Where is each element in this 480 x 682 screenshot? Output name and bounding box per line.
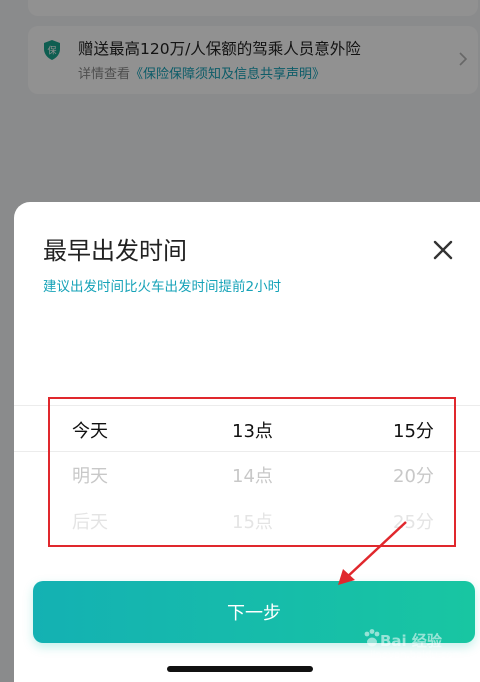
close-icon[interactable] [432, 239, 454, 261]
sheet-title: 最早出发时间 [43, 237, 187, 265]
baidu-watermark: Bai 经验 jingyan.baidu.com [362, 628, 474, 668]
sheet-hint: 建议出发时间比火车出发时间提前2小时 [43, 279, 282, 295]
paw-icon [364, 629, 380, 647]
watermark-url: jingyan.baidu.com [370, 650, 463, 661]
home-indicator[interactable] [167, 666, 313, 672]
annotation-highlight-box [48, 397, 456, 547]
watermark-text: Bai 经验 [380, 632, 442, 650]
